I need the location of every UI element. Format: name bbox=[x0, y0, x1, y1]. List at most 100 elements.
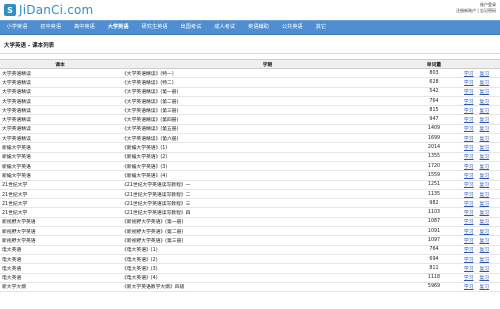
actions-cell: 学习 复习 bbox=[453, 198, 500, 209]
book-cell: 大学英语精读 bbox=[0, 133, 120, 144]
review-link[interactable]: 复习 bbox=[480, 100, 490, 105]
forgot-password-link[interactable]: 忘记密码 bbox=[480, 8, 496, 13]
nav-item[interactable]: 英语辅助 bbox=[242, 21, 276, 34]
column-header-actions bbox=[453, 59, 500, 69]
word-count-cell: 1699 bbox=[415, 133, 453, 144]
book-cell: 电大英语 bbox=[0, 263, 120, 274]
review-link[interactable]: 复习 bbox=[480, 174, 490, 179]
review-link[interactable]: 复习 bbox=[480, 285, 490, 290]
review-link[interactable]: 复习 bbox=[480, 248, 490, 253]
site-logo[interactable]: S JiDanCi.com bbox=[4, 2, 93, 18]
review-link[interactable]: 复习 bbox=[480, 165, 490, 170]
study-link[interactable]: 学习 bbox=[464, 285, 474, 290]
column-header-book: 课本 bbox=[0, 59, 120, 69]
study-link[interactable]: 学习 bbox=[464, 174, 474, 179]
word-count-cell: 811 bbox=[415, 263, 453, 274]
term-cell: 《大学英语精读》(特二) bbox=[120, 77, 415, 88]
nav-item[interactable]: 成人考试 bbox=[208, 21, 242, 34]
term-cell: 《大学英语精读》(特一) bbox=[120, 68, 415, 79]
nav-item[interactable]: 研究生英语 bbox=[135, 21, 174, 34]
study-link[interactable]: 学习 bbox=[464, 155, 474, 160]
book-cell: 新视野大学英语 bbox=[0, 217, 120, 228]
study-link[interactable]: 学习 bbox=[464, 193, 474, 198]
study-link[interactable]: 学习 bbox=[464, 109, 474, 114]
study-link[interactable]: 学习 bbox=[464, 248, 474, 253]
term-cell: 《新大学英语教学大纲》四级 bbox=[120, 282, 415, 293]
review-link[interactable]: 复习 bbox=[480, 220, 490, 225]
word-count-cell: 542 bbox=[415, 87, 453, 97]
study-link[interactable]: 学习 bbox=[464, 81, 474, 86]
book-cell: 电大英语 bbox=[0, 245, 120, 255]
nav-item[interactable]: 小学英语 bbox=[0, 21, 34, 34]
term-cell: 《21世纪大学英语读写教程》二 bbox=[120, 189, 415, 200]
word-count-cell: 2014 bbox=[415, 142, 453, 153]
actions-cell: 学习 复习 bbox=[453, 142, 500, 153]
review-link[interactable]: 复习 bbox=[480, 146, 490, 151]
study-link[interactable]: 学习 bbox=[464, 72, 474, 77]
review-link[interactable]: 复习 bbox=[480, 230, 490, 235]
review-link[interactable]: 复习 bbox=[480, 118, 490, 123]
review-link[interactable]: 复习 bbox=[480, 258, 490, 263]
term-cell: 《电大英语》(1) bbox=[120, 245, 415, 255]
word-count-cell: 1097 bbox=[415, 235, 453, 246]
study-link[interactable]: 学习 bbox=[464, 220, 474, 225]
study-link[interactable]: 学习 bbox=[464, 137, 474, 142]
study-link[interactable]: 学习 bbox=[464, 202, 474, 207]
book-cell: 新编大学英语 bbox=[0, 161, 120, 172]
term-cell: 《新视野大学英语》(第三册) bbox=[120, 235, 415, 246]
nav-item[interactable]: 初中英语 bbox=[34, 21, 68, 34]
table-row: 大学英语精读 《大学英语精读》(第五册) 1409 学习 复习 bbox=[0, 124, 500, 135]
actions-cell: 学习 复习 bbox=[453, 180, 500, 190]
actions-cell: 学习 复习 bbox=[453, 170, 500, 181]
separator: | bbox=[477, 8, 479, 13]
study-link[interactable]: 学习 bbox=[464, 183, 474, 188]
term-cell: 《电大英语》(3) bbox=[120, 263, 415, 274]
review-link[interactable]: 复习 bbox=[480, 239, 490, 244]
study-link[interactable]: 学习 bbox=[464, 230, 474, 235]
review-link[interactable]: 复习 bbox=[480, 193, 490, 198]
table-row: 电大英语 《电大英语》(2) 694 学习 复习 bbox=[0, 254, 500, 265]
review-link[interactable]: 复习 bbox=[480, 267, 490, 272]
study-link[interactable]: 学习 bbox=[464, 165, 474, 170]
study-link[interactable]: 学习 bbox=[464, 100, 474, 105]
nav-item[interactable]: 高中英语 bbox=[68, 21, 102, 34]
study-link[interactable]: 学习 bbox=[464, 90, 474, 95]
book-cell: 新编大学英语 bbox=[0, 152, 120, 162]
review-link[interactable]: 复习 bbox=[480, 90, 490, 95]
study-link[interactable]: 学习 bbox=[464, 267, 474, 272]
study-link[interactable]: 学习 bbox=[464, 258, 474, 263]
word-count-cell: 1087 bbox=[415, 217, 453, 228]
study-link[interactable]: 学习 bbox=[464, 239, 474, 244]
book-cell: 21世纪大学 bbox=[0, 189, 120, 200]
nav-item[interactable]: 出国考试 bbox=[174, 21, 208, 34]
study-link[interactable]: 学习 bbox=[464, 127, 474, 132]
column-header-term: 学期 bbox=[120, 59, 415, 69]
review-link[interactable]: 复习 bbox=[480, 155, 490, 160]
review-link[interactable]: 复习 bbox=[480, 127, 490, 132]
study-link[interactable]: 学习 bbox=[464, 211, 474, 216]
actions-cell: 学习 复习 bbox=[453, 152, 500, 162]
word-count-cell: 1355 bbox=[415, 152, 453, 162]
study-link[interactable]: 学习 bbox=[464, 118, 474, 123]
actions-cell: 学习 复习 bbox=[453, 217, 500, 228]
review-link[interactable]: 复习 bbox=[480, 137, 490, 142]
actions-cell: 学习 复习 bbox=[453, 124, 500, 135]
nav-item[interactable]: 公共英语 bbox=[275, 21, 309, 34]
nav-item[interactable]: 大学英语 bbox=[101, 21, 135, 34]
study-link[interactable]: 学习 bbox=[464, 146, 474, 151]
review-link[interactable]: 复习 bbox=[480, 202, 490, 207]
study-link[interactable]: 学习 bbox=[464, 276, 474, 281]
actions-cell: 学习 复习 bbox=[453, 161, 500, 172]
review-link[interactable]: 复习 bbox=[480, 109, 490, 114]
table-row: 电大英语 《电大英语》(3) 811 学习 复习 bbox=[0, 263, 500, 274]
actions-cell: 学习 复习 bbox=[453, 96, 500, 107]
review-link[interactable]: 复习 bbox=[480, 81, 490, 86]
review-link[interactable]: 复习 bbox=[480, 211, 490, 216]
review-link[interactable]: 复习 bbox=[480, 72, 490, 77]
review-link[interactable]: 复习 bbox=[480, 183, 490, 188]
review-link[interactable]: 复习 bbox=[480, 276, 490, 281]
account-login-link[interactable]: 账户登录 bbox=[480, 2, 496, 7]
register-link[interactable]: 注册新账户 bbox=[456, 8, 476, 13]
nav-item[interactable]: 其它 bbox=[309, 21, 332, 34]
table-row: 大学英语精读 《大学英语精读》(第四册) 947 学习 复习 bbox=[0, 114, 500, 125]
